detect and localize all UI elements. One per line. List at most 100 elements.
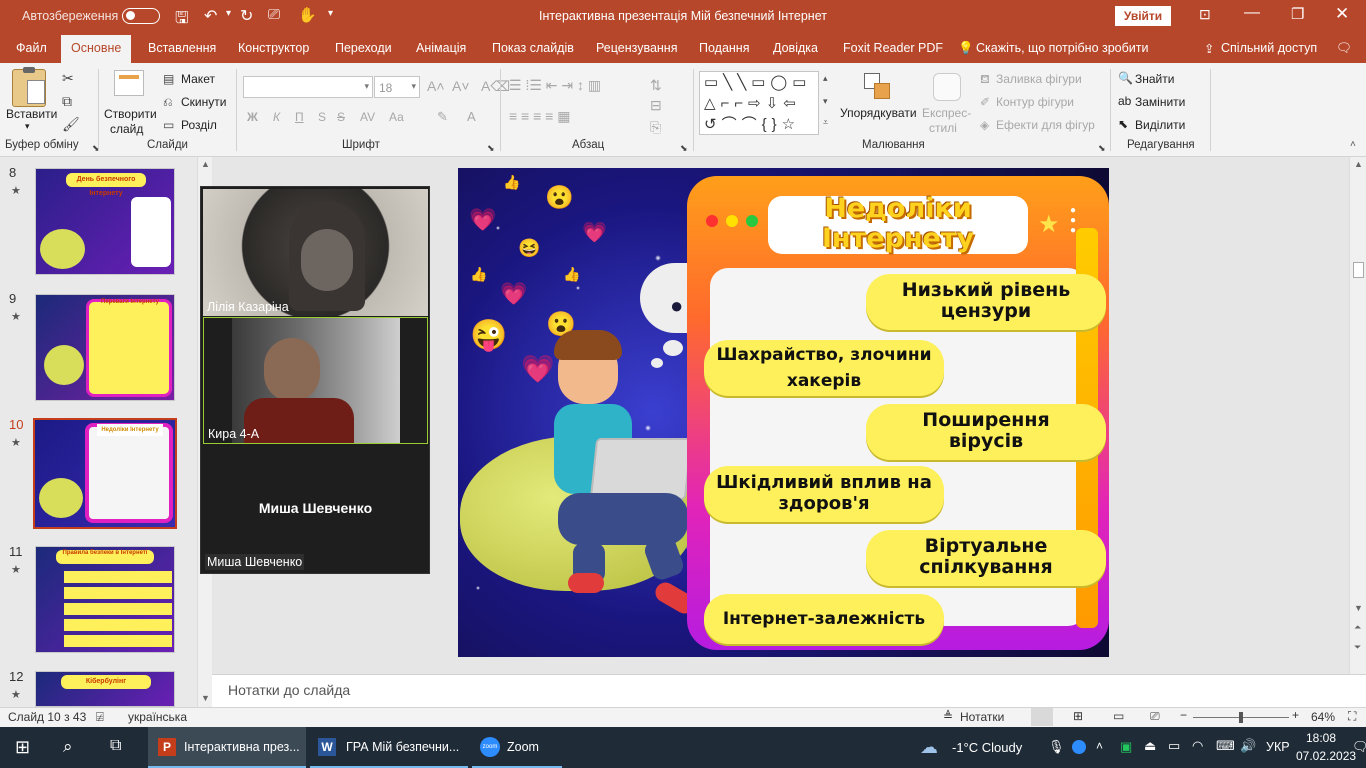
notes-placeholder[interactable]: Нотатки до слайда — [228, 682, 350, 698]
volume-icon[interactable]: 🔊 — [1240, 738, 1256, 754]
slide-thumbnail[interactable]: День безпечного Інтернету — [35, 168, 175, 275]
slide-scrollbar[interactable]: ▲ ▼ ⏶ ⏷ — [1349, 157, 1366, 674]
decrease-font-icon[interactable]: A˅ — [452, 79, 470, 93]
taskbar-app-powerpoint[interactable]: P Інтерактивна през... — [148, 727, 306, 768]
shadow-button[interactable]: S — [318, 110, 326, 124]
find-button[interactable]: Знайти — [1135, 72, 1174, 86]
video-tile-3[interactable]: Миша Шевченко Миша Шевченко — [203, 445, 428, 572]
notifications-icon[interactable]: 🗨 — [1352, 739, 1366, 755]
zoom-tray-icon[interactable] — [1072, 740, 1086, 754]
reading-view-icon[interactable]: ▭ — [1113, 709, 1124, 723]
tab-animations[interactable]: Анімація — [416, 41, 466, 55]
font-size-combo[interactable]: 18 ▾ — [374, 76, 420, 98]
chevron-up-icon[interactable]: ˄ — [1096, 739, 1103, 753]
quick-styles-label2[interactable]: стилі — [929, 121, 957, 135]
underline-button[interactable]: П — [295, 110, 304, 124]
clear-format-icon[interactable]: A⌫ — [481, 79, 510, 93]
scroll-thumb[interactable] — [1353, 262, 1364, 278]
tab-insert[interactable]: Вставлення — [148, 41, 216, 55]
reset-button[interactable]: Скинути — [181, 95, 226, 109]
strikethrough-button[interactable]: S — [337, 110, 345, 124]
slide-thumbnail-selected[interactable]: Недоліки Інтернету — [33, 418, 177, 529]
clock-time[interactable]: 18:08 — [1301, 731, 1341, 745]
slide-sorter-icon[interactable]: ⊞ — [1073, 709, 1083, 723]
minimize-icon[interactable]: — — [1244, 4, 1260, 22]
tell-me-search[interactable]: Скажіть, що потрібно зробити — [976, 41, 1149, 55]
slide-canvas[interactable]: 💗 😮 😆 💗 💗 😜 😮 💗 👍 👍 👍 ●●● Недоліки Інтер… — [458, 168, 1109, 657]
tab-view[interactable]: Подання — [699, 41, 749, 55]
section-button[interactable]: Розділ — [181, 118, 217, 132]
wifi-icon[interactable]: ◠ — [1192, 738, 1203, 754]
taskbar-app-zoom[interactable]: zoom Zoom — [472, 727, 562, 768]
smartart-icon[interactable]: ⎘ — [650, 119, 661, 136]
highlight-icon[interactable]: ✎ — [437, 109, 448, 125]
comments-icon[interactable]: 🗨 — [1336, 41, 1352, 56]
tab-review[interactable]: Рецензування — [596, 41, 677, 55]
microphone-icon[interactable]: 🎙 — [1048, 739, 1065, 755]
change-case-button[interactable]: Аа — [389, 110, 404, 124]
shapes-gallery[interactable]: ▭╲╲▭◯▭ △⌐⌐⇨⇩⇦ ↺⌒⌒{}☆ — [699, 71, 819, 135]
drawing-launcher-icon[interactable]: ⬊ — [1098, 141, 1106, 155]
font-name-combo[interactable]: ▾ — [243, 76, 373, 98]
quick-styles-button[interactable]: Експрес- — [922, 106, 971, 120]
text-direction-icon[interactable]: ⇅ — [650, 77, 662, 94]
usb-icon[interactable]: ⏏ — [1144, 738, 1156, 754]
clock-date[interactable]: 07.02.2023 — [1296, 749, 1356, 763]
windows-start-icon[interactable]: ⊞ — [15, 737, 30, 758]
scroll-up-icon[interactable]: ▲ — [201, 159, 210, 169]
shape-outline-button[interactable]: Контур фігури — [996, 95, 1074, 109]
slide-thumbnail[interactable]: Кібербулінг — [35, 671, 175, 707]
weather-text[interactable]: -1°C Cloudy — [952, 740, 1022, 755]
quick-styles-icon[interactable] — [933, 73, 961, 101]
slide-thumbnail[interactable]: Переваги Інтернету — [35, 294, 175, 401]
shape-effects-button[interactable]: Ефекти для фігур — [996, 118, 1095, 132]
tab-design[interactable]: Конструктор — [238, 41, 309, 55]
fit-slide-icon[interactable]: ⛶ — [1348, 709, 1356, 724]
language-indicator[interactable]: українська — [128, 710, 187, 724]
bold-button[interactable]: Ж — [247, 110, 258, 124]
battery-icon[interactable]: ▭ — [1168, 738, 1180, 754]
arrange-icon[interactable] — [864, 73, 892, 101]
layout-button[interactable]: Макет — [181, 72, 215, 86]
italic-button[interactable]: К — [273, 110, 280, 124]
tray-app-icon[interactable]: ▣ — [1120, 739, 1132, 755]
notes-pane[interactable]: Нотатки до слайда — [212, 674, 1366, 707]
paste-dropdown-icon[interactable]: ▾ — [25, 121, 30, 132]
zoom-slider-thumb[interactable] — [1239, 712, 1243, 723]
slide-thumbnail[interactable]: Правила безпеки в Інтернеті — [35, 546, 175, 653]
next-slide-icon[interactable]: ⏷ — [1354, 642, 1361, 653]
normal-view-icon[interactable] — [1031, 708, 1053, 726]
scroll-down-icon[interactable]: ▼ — [201, 693, 210, 703]
replace-button[interactable]: Замінити — [1135, 95, 1185, 109]
tab-help[interactable]: Довідка — [773, 41, 818, 55]
taskbar-app-word[interactable]: W ГРА Мій безпечни... — [310, 727, 468, 768]
notes-toggle-button[interactable]: Нотатки — [960, 710, 1004, 724]
font-color-icon[interactable]: A — [467, 109, 476, 124]
char-spacing-button[interactable]: AV — [360, 110, 375, 124]
gallery-up-icon[interactable]: ▴ — [823, 73, 828, 84]
paste-icon[interactable] — [12, 67, 46, 107]
paragraph-launcher-icon[interactable]: ⬊ — [680, 141, 688, 155]
tab-foxit[interactable]: Foxit Reader PDF — [843, 41, 943, 55]
align-icons[interactable]: ≡ ≡ ≡ ≡ ▦ — [509, 108, 570, 125]
scroll-down-icon[interactable]: ▼ — [1354, 603, 1363, 613]
shape-fill-button[interactable]: Заливка фігури — [996, 72, 1082, 86]
bullets-icon[interactable]: ☰ ⁞☰ ⇤ ⇥ ↕ ▥ — [509, 77, 601, 94]
tab-home[interactable]: Основне — [61, 35, 132, 63]
network-icon[interactable]: ⌨ — [1216, 738, 1235, 754]
share-button[interactable]: Спільний доступ — [1221, 41, 1317, 55]
gallery-more-icon[interactable]: ⩡ — [823, 117, 828, 128]
tab-slideshow[interactable]: Показ слайдів — [492, 41, 574, 55]
sign-in-button[interactable]: Увійти — [1115, 6, 1171, 26]
paste-button[interactable]: Вставити — [6, 107, 57, 121]
tab-file[interactable]: Файл — [16, 41, 47, 55]
font-launcher-icon[interactable]: ⬊ — [487, 141, 495, 155]
select-button[interactable]: Виділити — [1135, 118, 1185, 132]
input-language[interactable]: УКР — [1266, 740, 1290, 754]
search-icon[interactable]: ⌕ — [63, 737, 73, 757]
new-slide-button[interactable]: Створити — [104, 107, 157, 121]
gallery-down-icon[interactable]: ▾ — [823, 96, 828, 107]
video-tile-2[interactable]: Кира 4-А — [203, 317, 428, 444]
new-slide-icon[interactable] — [114, 70, 144, 96]
zoom-in-icon[interactable]: + — [1292, 708, 1299, 722]
